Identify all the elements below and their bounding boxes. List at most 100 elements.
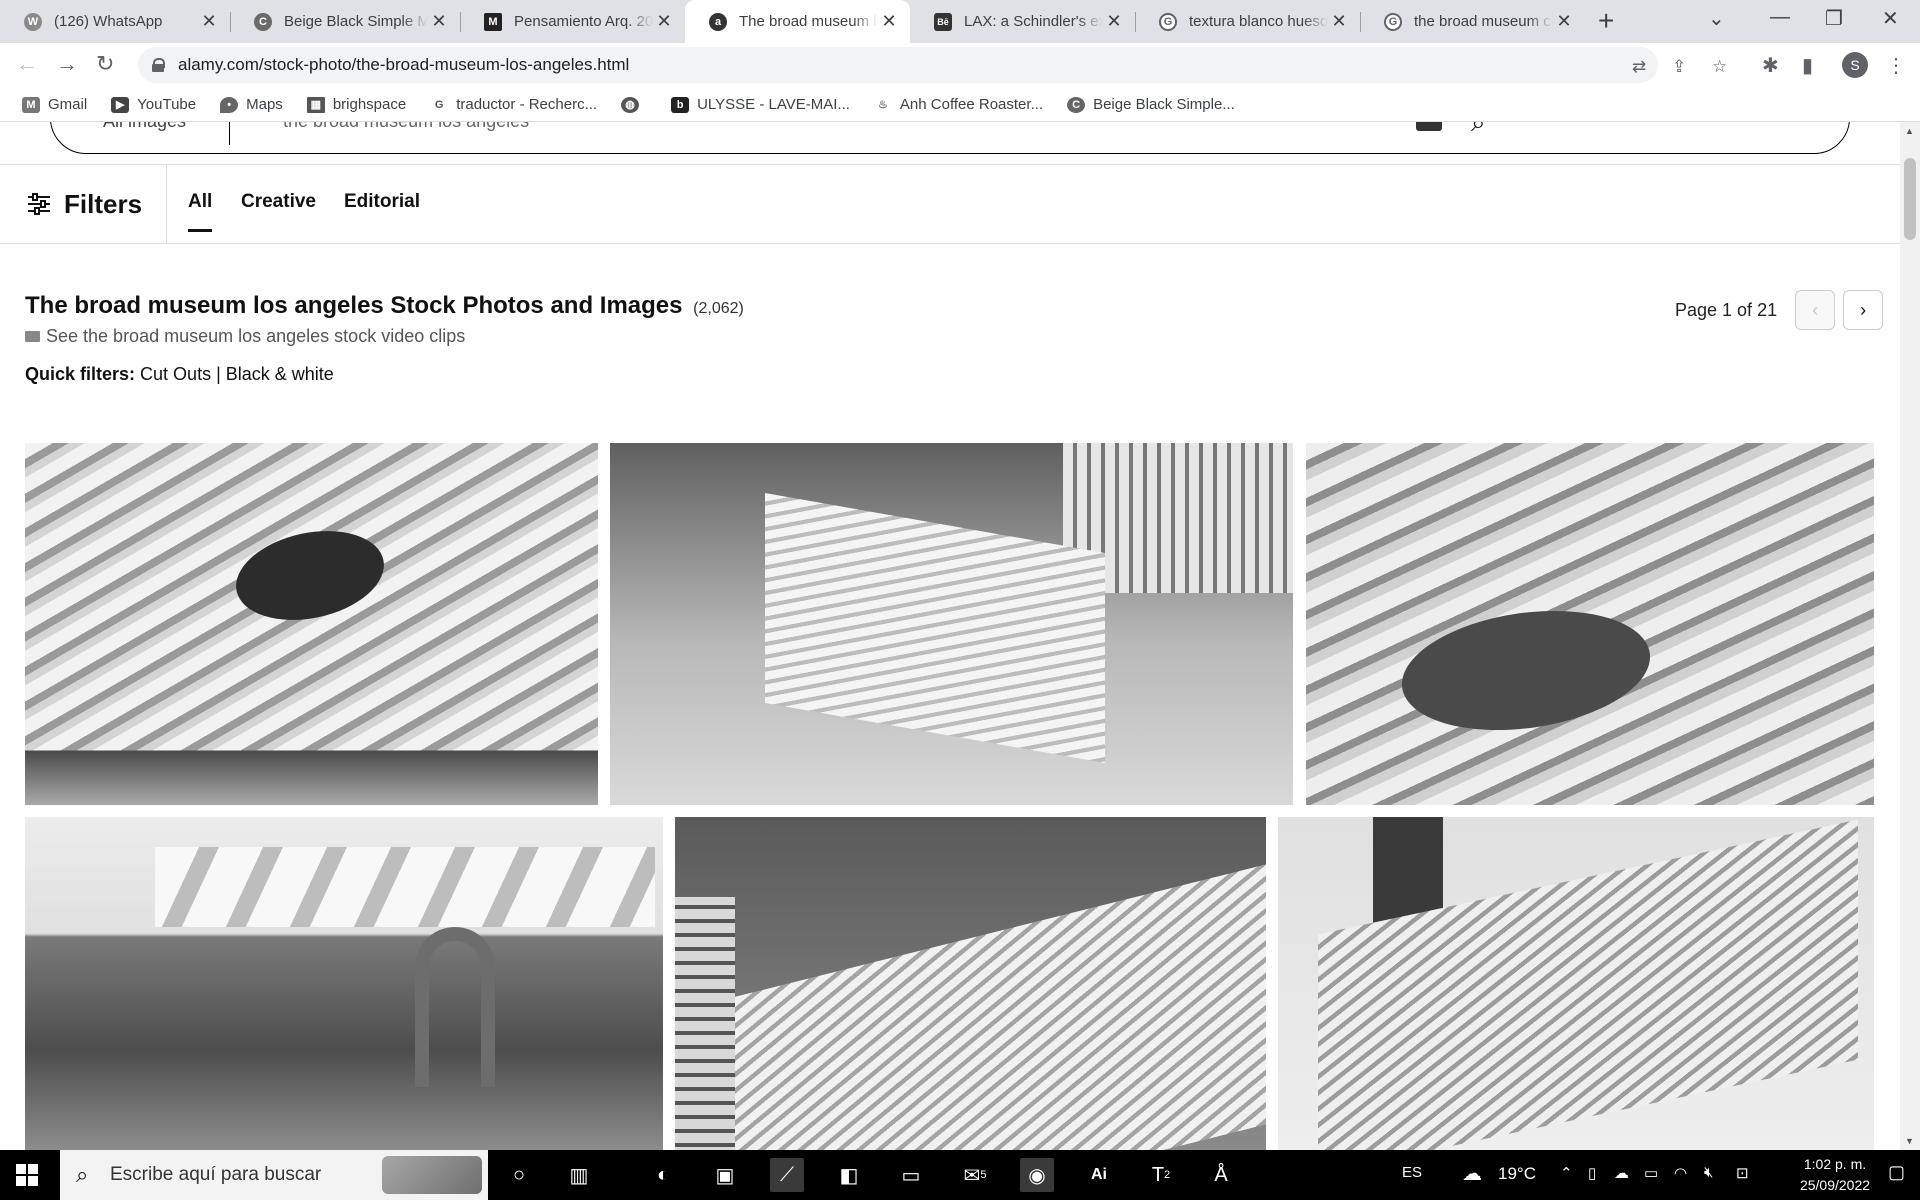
network-icon[interactable]: ⊡ [1736, 1164, 1749, 1182]
prev-page-button[interactable]: ‹ [1795, 290, 1836, 330]
url-text: alamy.com/stock-photo/the-broad-museum-l… [178, 55, 630, 74]
language-indicator[interactable]: ES [1402, 1164, 1422, 1181]
extensions-icon[interactable]: ✱ [1762, 53, 1779, 78]
close-icon[interactable]: ✕ [1553, 11, 1575, 32]
bookmark-anh-coffee[interactable]: ♨ Anh Coffee Roaster... [873, 96, 1043, 113]
quick-filter-cut-outs[interactable]: Cut Outs [140, 364, 211, 384]
bookmark-label: Gmail [48, 96, 88, 113]
bookmark-brighspace[interactable]: ▦ brighspace [306, 96, 406, 113]
google-icon: G [1384, 12, 1402, 31]
address-bar[interactable]: alamy.com/stock-photo/the-broad-museum-l… [138, 47, 1727, 83]
tab-whatsapp[interactable]: W (126) WhatsApp ✕ [0, 0, 230, 43]
tab-behance[interactable]: Bē LAX: a Schindler's exp ✕ [910, 0, 1135, 43]
chrome-icon[interactable]: ◉ [1020, 1158, 1054, 1192]
image-result[interactable] [675, 817, 1266, 1150]
taskbar-search[interactable]: ⌕ Escribe aquí para buscar [60, 1150, 488, 1200]
close-icon[interactable]: ✕ [1103, 11, 1125, 32]
cortana-icon[interactable]: ○ [502, 1158, 536, 1192]
search-icon[interactable]: ⌕ [1471, 122, 1486, 139]
archicad-icon[interactable]: ⟋ [770, 1158, 804, 1192]
new-tab-button[interactable]: + [1598, 6, 1614, 36]
tab-google-broad[interactable]: G the broad museum co ✕ [1360, 0, 1585, 43]
bookmark-traductor[interactable]: G traductor - Recherc... [430, 96, 597, 113]
tab-pensamiento[interactable]: M Pensamiento Arq. 2022 ✕ [460, 0, 685, 43]
behance-icon: Bē [934, 12, 952, 31]
camera-search-icon[interactable] [1416, 122, 1442, 131]
scrollbar-thumb[interactable] [1904, 158, 1916, 240]
image-result[interactable] [1306, 443, 1874, 805]
close-icon[interactable]: ✕ [198, 11, 220, 32]
video-clips-label: See the broad museum los angeles stock v… [46, 326, 466, 346]
bookmark-beige-black[interactable]: C Beige Black Simple... [1067, 96, 1235, 113]
image-result[interactable] [1278, 817, 1874, 1150]
forward-button[interactable]: → [56, 51, 78, 77]
next-page-button[interactable]: › [1843, 290, 1884, 330]
search-scope-select[interactable]: All images [103, 122, 186, 132]
close-icon[interactable]: ✕ [1328, 11, 1350, 32]
store-icon[interactable]: ▣ [708, 1158, 742, 1192]
tab-google-textura[interactable]: G textura blanco hueso ✕ [1135, 0, 1360, 43]
profile-avatar[interactable]: S [1842, 52, 1868, 78]
close-icon[interactable]: ✕ [653, 11, 675, 32]
file-explorer-icon[interactable]: ▭ [894, 1158, 928, 1192]
image-result[interactable] [25, 443, 598, 805]
image-result[interactable] [610, 443, 1293, 805]
temperature[interactable]: 19°C [1498, 1164, 1536, 1184]
search-input[interactable]: the broad museum los angeles [283, 122, 529, 132]
scroll-down-icon[interactable]: ▼ [1905, 1136, 1914, 1146]
tab-search-icon[interactable]: ⌄ [1708, 6, 1725, 31]
tab-canva[interactable]: C Beige Black Simple Mi ✕ [230, 0, 460, 43]
onedrive-icon[interactable]: ☁ [1614, 1164, 1629, 1182]
tab-creative[interactable]: Creative [241, 191, 316, 213]
bookmarks-bar: M Gmail ▶ YouTube • Maps ▦ brighspace G … [0, 88, 1920, 122]
minimize-button[interactable]: — [1770, 6, 1790, 29]
menu-icon[interactable]: ⋮ [1886, 53, 1906, 78]
page-scrollbar[interactable]: ▲ ▼ [1900, 122, 1920, 1150]
device-icon[interactable]: ▯ [1588, 1164, 1596, 1182]
show-hidden-icons[interactable]: ⌃ [1560, 1164, 1573, 1182]
windows-start-icon[interactable] [16, 1164, 38, 1186]
bookmark-globe[interactable]: ◍ [621, 96, 647, 113]
tab-alamy-active[interactable]: a The broad museum lo ✕ [685, 0, 910, 43]
restore-button[interactable]: ❐ [1825, 6, 1843, 31]
video-clips-link[interactable]: See the broad museum los angeles stock v… [25, 326, 465, 347]
close-window-button[interactable]: ✕ [1882, 6, 1899, 31]
system-clock[interactable]: 1:02 p. m. 25/09/2022 [1790, 1154, 1880, 1196]
search-bar[interactable]: All images the broad museum los angeles … [50, 122, 1850, 154]
reload-button[interactable]: ↻ [96, 51, 114, 77]
share-icon[interactable]: ⇪ [1672, 57, 1686, 77]
volume-muted-icon[interactable]: 🔇︎ [1704, 1164, 1713, 1181]
back-button[interactable]: ← [16, 51, 38, 77]
tab-all[interactable]: All [188, 191, 213, 232]
battery-icon[interactable]: ▭ [1644, 1164, 1658, 1182]
wifi-icon[interactable]: ◠ [1674, 1164, 1687, 1182]
close-icon[interactable]: ✕ [878, 11, 900, 32]
mail-icon[interactable]: ✉ 5 [958, 1158, 992, 1192]
edge-icon[interactable]: ◐ [646, 1158, 680, 1192]
clock-date: 25/09/2022 [1799, 1177, 1871, 1193]
illustrator-icon[interactable]: Ai [1082, 1158, 1116, 1192]
tab-editorial[interactable]: Editorial [344, 191, 420, 213]
pagination: Page 1 of 21 ‹ › [1675, 290, 1884, 330]
translate-icon[interactable]: ⇄ [1632, 57, 1646, 77]
bookmark-star-icon[interactable]: ☆ [1712, 57, 1727, 77]
bookmark-youtube[interactable]: ▶ YouTube [111, 96, 196, 113]
image-result[interactable] [25, 817, 663, 1150]
bookmark-gmail[interactable]: M Gmail [22, 96, 87, 113]
bookmark-maps[interactable]: • Maps [220, 96, 283, 113]
bookmark-ulysse[interactable]: b ULYSSE - LAVE-MAI... [671, 96, 850, 113]
maps-pin-icon: • [220, 96, 239, 113]
whatsapp-icon: W [24, 12, 42, 31]
filters-button[interactable]: Filters [0, 165, 167, 243]
coffee-icon: ♨ [873, 96, 892, 113]
office-icon[interactable]: ◧ [832, 1158, 866, 1192]
scroll-up-icon[interactable]: ▲ [1905, 126, 1914, 136]
teams-icon[interactable]: T2 [1144, 1158, 1178, 1192]
sliders-icon [28, 193, 50, 215]
task-view-icon[interactable]: ▥ [562, 1158, 596, 1192]
close-icon[interactable]: ✕ [428, 11, 450, 32]
quick-filter-black-white[interactable]: Black & white [226, 364, 334, 384]
notifications-icon[interactable]: ▢ [1888, 1162, 1905, 1183]
autocad-icon[interactable]: Å [1204, 1158, 1238, 1192]
side-panel-icon[interactable]: ▮ [1802, 53, 1813, 78]
